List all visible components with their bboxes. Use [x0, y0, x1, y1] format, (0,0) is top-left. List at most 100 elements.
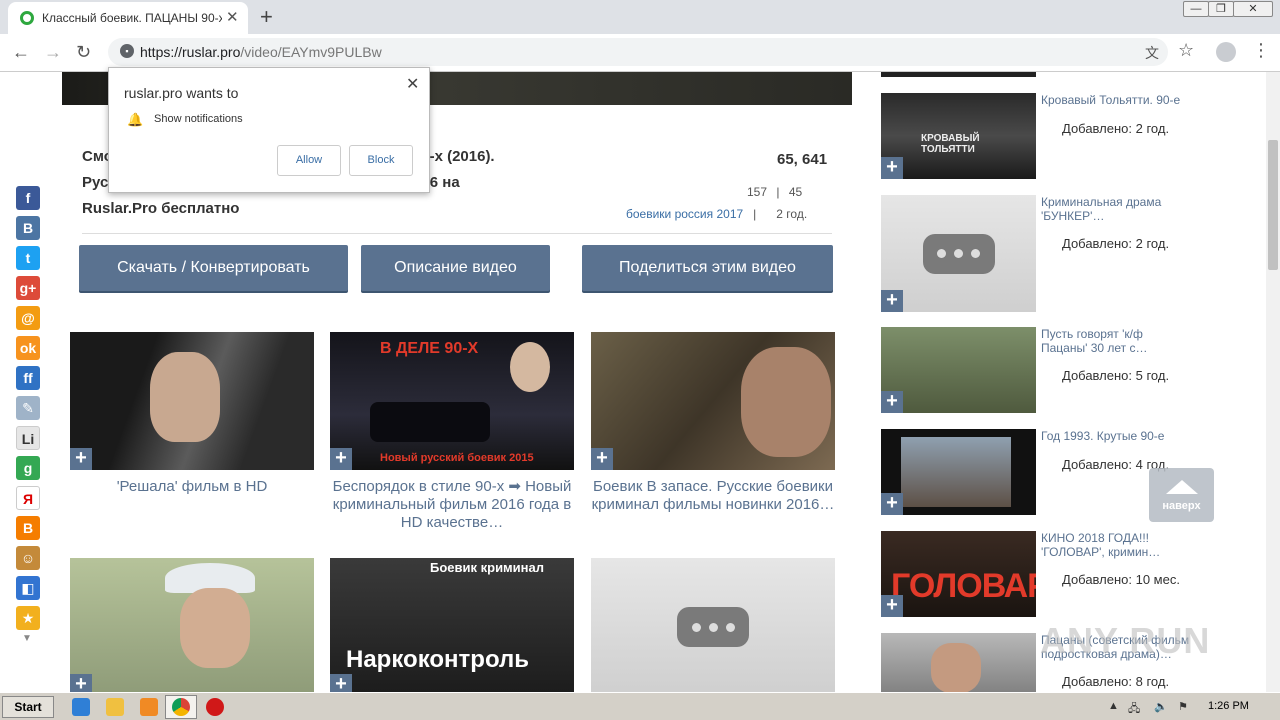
sidebar-item[interactable]: КРОВАВЫЙ ТОЛЬЯТТИ + Кровавый Тольятти. 9… [881, 93, 1211, 180]
divider [82, 233, 832, 234]
download-button[interactable]: Скачать / Конвертировать [79, 245, 348, 291]
start-button[interactable]: Start [2, 696, 54, 718]
sidebar-title[interactable]: Кровавый Тольятти. 90-е [1041, 93, 1191, 107]
video-caption[interactable]: Боевик В запасе. Русские боевики кримина… [591, 478, 835, 514]
browser-tab[interactable]: Классный боевик. ПАЦАНЫ 90-х (2 ✕ [8, 2, 248, 34]
share-button[interactable]: Поделиться этим видео [582, 245, 833, 291]
odnoklassniki-icon[interactable]: ok [16, 336, 40, 360]
video-thumbnail[interactable]: + [70, 332, 314, 470]
video-caption[interactable]: 'Решала' фильм в HD [70, 478, 314, 496]
add-icon[interactable]: + [881, 391, 903, 413]
volume-icon[interactable]: 🔈 [1154, 700, 1168, 713]
media-player-icon[interactable] [140, 698, 158, 716]
video-thumbnail[interactable]: + [591, 332, 835, 470]
network-icon[interactable]: 🖧 [1128, 700, 1140, 719]
profile-avatar[interactable] [1216, 42, 1236, 62]
popup-title: ruslar.pro wants to [124, 85, 239, 101]
yandex-icon[interactable]: Я [16, 486, 40, 510]
sidebar-thumbnail[interactable] [881, 633, 1036, 692]
twitter-icon[interactable]: t [16, 246, 40, 270]
add-icon[interactable]: + [881, 290, 903, 312]
video-card[interactable]: + [70, 558, 314, 692]
video-thumbnail-placeholder[interactable] [591, 558, 835, 692]
minimize-button[interactable]: — [1183, 1, 1209, 17]
new-tab-button[interactable]: + [260, 4, 273, 30]
tray-up-icon[interactable]: ▲ [1108, 700, 1119, 712]
sidebar-thumbnail[interactable]: КРОВАВЫЙ ТОЛЬЯТТИ + [881, 93, 1036, 179]
url-host: https://ruslar.pro [140, 44, 241, 60]
blogger-icon[interactable]: B [16, 516, 40, 540]
chrome-taskbar-button[interactable] [165, 695, 197, 719]
ie-icon[interactable] [72, 698, 90, 716]
sidebar-title[interactable]: КИНО 2018 ГОДА!!! 'ГОЛОВАР', кримин… [1041, 531, 1191, 559]
video-thumbnail[interactable]: В ДЕЛЕ 90-Х Новый русский боевик 2015 + [330, 332, 574, 470]
favorites-icon[interactable]: ★ [16, 606, 40, 630]
sidebar-item[interactable]: + Криминальная драма 'БУНКЕР'… Добавлено… [881, 195, 1211, 312]
add-icon[interactable]: + [881, 493, 903, 515]
antivirus-icon[interactable] [206, 698, 224, 716]
popup-close-icon[interactable]: ✕ [406, 74, 419, 94]
add-icon[interactable]: + [330, 674, 352, 692]
close-window-button[interactable]: ✕ [1233, 1, 1273, 17]
add-icon[interactable]: + [881, 157, 903, 179]
tag-link[interactable]: боевики россия 2017 [626, 207, 743, 221]
restore-button[interactable]: ❐ [1208, 1, 1234, 17]
title-line2: Рус [82, 174, 109, 191]
add-icon[interactable]: + [70, 674, 92, 692]
sidebar-thumbnail[interactable]: + [881, 429, 1036, 515]
livejournal-icon[interactable]: ✎ [16, 396, 40, 420]
translate-icon[interactable]: 文 [1145, 43, 1159, 63]
video-card[interactable]: Боевик криминал Наркоконтроль + [330, 558, 574, 692]
sidebar-thumbnail[interactable]: ГОЛОВАР + [881, 531, 1036, 617]
tab-close-icon[interactable]: ✕ [226, 8, 239, 26]
scrollbar-thumb[interactable] [1268, 140, 1278, 270]
friendfeed-icon[interactable]: ff [16, 366, 40, 390]
menu-icon[interactable]: ⋮ [1252, 40, 1270, 61]
add-icon[interactable]: + [591, 448, 613, 470]
video-card[interactable]: В ДЕЛЕ 90-Х Новый русский боевик 2015 + … [330, 332, 574, 532]
description-button[interactable]: Описание видео [361, 245, 550, 291]
watermark: ANY RUN [1040, 620, 1211, 661]
reload-icon[interactable]: ↻ [76, 42, 91, 63]
arrow-up-icon [1165, 480, 1198, 494]
add-icon[interactable]: + [881, 595, 903, 617]
video-caption[interactable]: Беспорядок в стиле 90-х ➡ Новый криминал… [330, 478, 574, 532]
bookmark-star-icon[interactable]: ☆ [1178, 40, 1194, 61]
lock-icon[interactable]: ▪ [120, 44, 134, 58]
block-button[interactable]: Block [349, 145, 413, 176]
google-plus-icon[interactable]: g+ [16, 276, 40, 300]
video-card[interactable]: + Боевик В запасе. Русские боевики крими… [591, 332, 835, 514]
flag-icon[interactable]: ⚑ [1178, 700, 1188, 713]
favicon-icon [20, 11, 34, 25]
sidebar-thumbnail-placeholder[interactable]: + [881, 195, 1036, 312]
address-bar[interactable]: ▪ https://ruslar.pro/video/EAYmv9PULBw [108, 38, 1168, 66]
forward-icon[interactable]: → [44, 42, 62, 63]
video-thumbnail[interactable]: Боевик криминал Наркоконтроль + [330, 558, 574, 692]
back-to-top-button[interactable]: наверх [1149, 468, 1214, 522]
moimir-icon[interactable]: ☺ [16, 546, 40, 570]
allow-button[interactable]: Allow [277, 145, 341, 176]
popup-text: Show notifications [154, 113, 243, 125]
sidebar-title[interactable]: Год 1993. Крутые 90-е [1041, 429, 1191, 443]
video-thumbnail[interactable]: + [70, 558, 314, 692]
explorer-icon[interactable] [106, 698, 124, 716]
sidebar-item[interactable]: + Пусть говорят 'к/ф Пацаны' 30 лет с… Д… [881, 327, 1211, 414]
sidebar-title[interactable]: Пусть говорят 'к/ф Пацаны' 30 лет с… [1041, 327, 1191, 355]
facebook-icon[interactable]: f [16, 186, 40, 210]
google-icon[interactable]: g [16, 456, 40, 480]
vk-icon[interactable]: B [16, 216, 40, 240]
sidebar-thumbnail-partial[interactable] [881, 72, 1036, 77]
sidebar-title[interactable]: Криминальная драма 'БУНКЕР'… [1041, 195, 1191, 223]
back-icon[interactable]: ← [12, 42, 30, 63]
delicious-icon[interactable]: ◧ [16, 576, 40, 600]
more-social-icon[interactable]: ▼ [22, 633, 32, 644]
mail-icon[interactable]: @ [16, 306, 40, 330]
sidebar-item[interactable]: ГОЛОВАР + КИНО 2018 ГОДА!!! 'ГОЛОВАР', к… [881, 531, 1211, 618]
sidebar-date: Добавлено: 8 год. [1062, 674, 1170, 689]
add-icon[interactable]: + [330, 448, 352, 470]
video-card[interactable]: + 'Решала' фильм в HD [70, 332, 314, 496]
video-card[interactable] [591, 558, 835, 692]
add-icon[interactable]: + [70, 448, 92, 470]
liveinternet-icon[interactable]: Li [16, 426, 40, 450]
sidebar-thumbnail[interactable]: + [881, 327, 1036, 413]
